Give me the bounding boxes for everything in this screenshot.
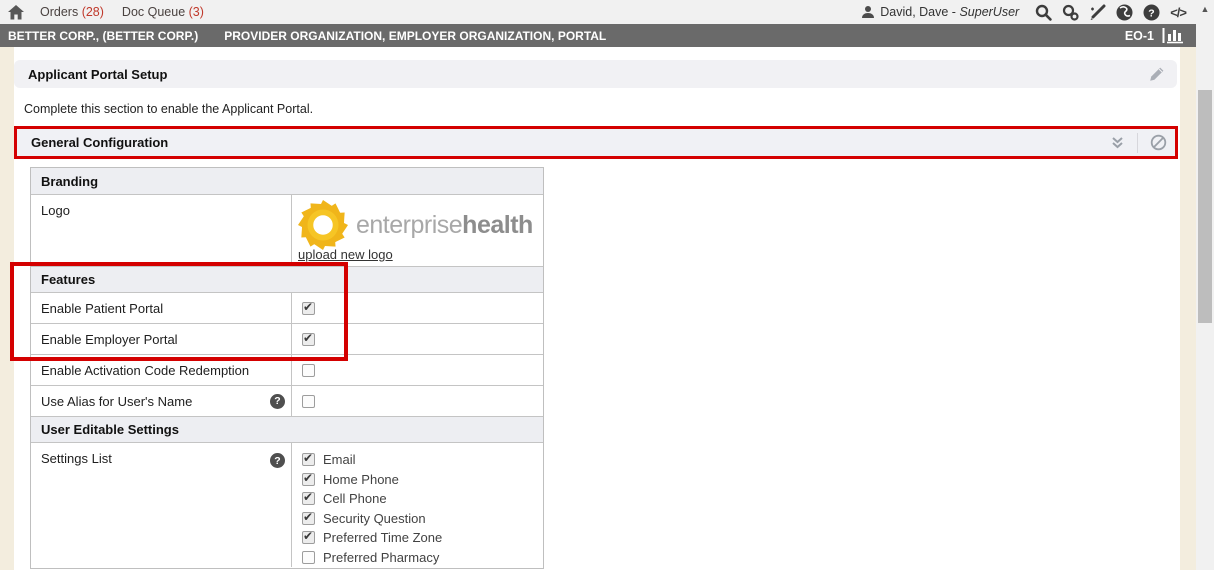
field-label: Settings List: [41, 451, 112, 466]
search-icon[interactable]: [1035, 4, 1052, 21]
scroll-up-arrow-icon[interactable]: ▲: [1196, 4, 1214, 14]
help-icon[interactable]: ?: [1143, 4, 1160, 21]
field-label: Enable Activation Code Redemption: [41, 363, 249, 378]
scrollbar-thumb[interactable]: [1198, 90, 1212, 323]
bar-chart-icon[interactable]: [1162, 27, 1184, 44]
topbar-right-cluster: David, Dave - SuperUser ? </>: [861, 4, 1186, 21]
app-window: Orders (28) Doc Queue (3) David, Dave - …: [0, 0, 1214, 570]
settings-list-item: Preferred Pharmacy: [302, 548, 439, 568]
checkbox-enable-patient-portal[interactable]: [302, 302, 315, 315]
collapse-chevrons-icon[interactable]: [1108, 134, 1127, 152]
table-row: Enable Employer Portal: [31, 323, 543, 354]
settings-list-item: Security Question: [302, 509, 426, 529]
enterprise-health-logo: enterprisehealth: [298, 200, 533, 250]
settings-item-label: Cell Phone: [323, 491, 387, 506]
main-content: Applicant Portal Setup Complete this sec…: [14, 47, 1180, 570]
nav-orders[interactable]: Orders (28): [40, 5, 104, 19]
config-table: BrandingLogo enterprisehealthupload new …: [30, 167, 544, 569]
help-question-icon[interactable]: ?: [270, 394, 285, 409]
table-section-header: Branding: [31, 168, 543, 194]
settings-item-label: Email: [323, 452, 356, 467]
field-label: Use Alias for User's Name: [41, 394, 192, 409]
section-general-configuration: General Configuration: [14, 126, 1178, 159]
checkbox-enable-activation-code-redemption[interactable]: [302, 364, 315, 377]
checkbox-use-alias-for-user-s-name[interactable]: [302, 395, 315, 408]
page-title: Applicant Portal Setup: [28, 67, 167, 82]
org-name: BETTER CORP., (BETTER CORP.): [8, 29, 198, 43]
settings-item-label: Security Question: [323, 511, 426, 526]
link-icon[interactable]: [1062, 4, 1079, 21]
settings-item-label: Preferred Pharmacy: [323, 550, 439, 565]
globe-icon[interactable]: [1116, 4, 1133, 21]
svg-text:?: ?: [1148, 7, 1154, 19]
settings-list-item: Cell Phone: [302, 489, 387, 509]
table-section-header-label: Branding: [41, 174, 98, 189]
enterprise-health-logo-icon: [298, 200, 348, 250]
nav-doc-queue[interactable]: Doc Queue (3): [122, 5, 204, 19]
top-navigation-bar: Orders (28) Doc Queue (3) David, Dave - …: [0, 0, 1196, 24]
organization-bar: BETTER CORP., (BETTER CORP.) PROVIDER OR…: [0, 24, 1196, 47]
section-title: General Configuration: [31, 135, 168, 150]
checkbox-enable-employer-portal[interactable]: [302, 333, 315, 346]
user-icon: [861, 5, 875, 19]
help-question-icon[interactable]: ?: [270, 453, 285, 468]
table-section-header-label: Features: [41, 272, 95, 287]
code-icon[interactable]: </>: [1170, 5, 1186, 20]
settings-list-item: Preferred Time Zone: [302, 528, 442, 548]
page-title-bar: Applicant Portal Setup: [14, 60, 1177, 88]
checkbox-email[interactable]: [302, 453, 315, 466]
home-icon[interactable]: [8, 5, 24, 20]
logo-text-bold: health: [462, 211, 533, 239]
field-label: Enable Employer Portal: [41, 332, 178, 347]
logo-text-light: enterprise: [356, 211, 462, 239]
checkbox-security-question[interactable]: [302, 512, 315, 525]
checkbox-cell-phone[interactable]: [302, 492, 315, 505]
topbar-links: Orders (28) Doc Queue (3): [40, 5, 204, 19]
table-section-header-label: User Editable Settings: [41, 422, 179, 437]
field-label: Enable Patient Portal: [41, 301, 163, 316]
checkbox-preferred-pharmacy[interactable]: [302, 551, 315, 564]
settings-list-item: Email: [302, 450, 356, 470]
settings-item-label: Preferred Time Zone: [323, 530, 442, 545]
divider: [1137, 133, 1138, 153]
disable-circle-slash-icon[interactable]: [1148, 132, 1169, 153]
current-user[interactable]: David, Dave - SuperUser: [861, 5, 1019, 19]
table-section-header: User Editable Settings: [31, 416, 543, 442]
org-code-badge: EO-1: [1125, 29, 1154, 43]
table-row: Use Alias for User's Name?: [31, 385, 543, 416]
org-roles: PROVIDER ORGANIZATION, EMPLOYER ORGANIZA…: [224, 29, 606, 43]
settings-list-item: Home Phone: [302, 470, 399, 490]
table-row: Enable Activation Code Redemption: [31, 354, 543, 385]
page-description: Complete this section to enable the Appl…: [24, 102, 313, 116]
edit-pencil-icon[interactable]: [1149, 66, 1165, 82]
upload-new-logo-link[interactable]: upload new logo: [298, 247, 393, 262]
table-row: Settings List? Email Home Phone Cell Phone S…: [31, 442, 543, 567]
table-row: Enable Patient Portal: [31, 292, 543, 323]
field-label: Logo: [41, 203, 70, 218]
vertical-scrollbar[interactable]: ▲: [1196, 0, 1214, 570]
wand-icon[interactable]: [1089, 4, 1106, 21]
table-row: Logo enterprisehealthupload new logo: [31, 194, 543, 266]
table-section-header: Features: [31, 266, 543, 292]
settings-item-label: Home Phone: [323, 472, 399, 487]
checkbox-home-phone[interactable]: [302, 473, 315, 486]
checkbox-preferred-time-zone[interactable]: [302, 531, 315, 544]
